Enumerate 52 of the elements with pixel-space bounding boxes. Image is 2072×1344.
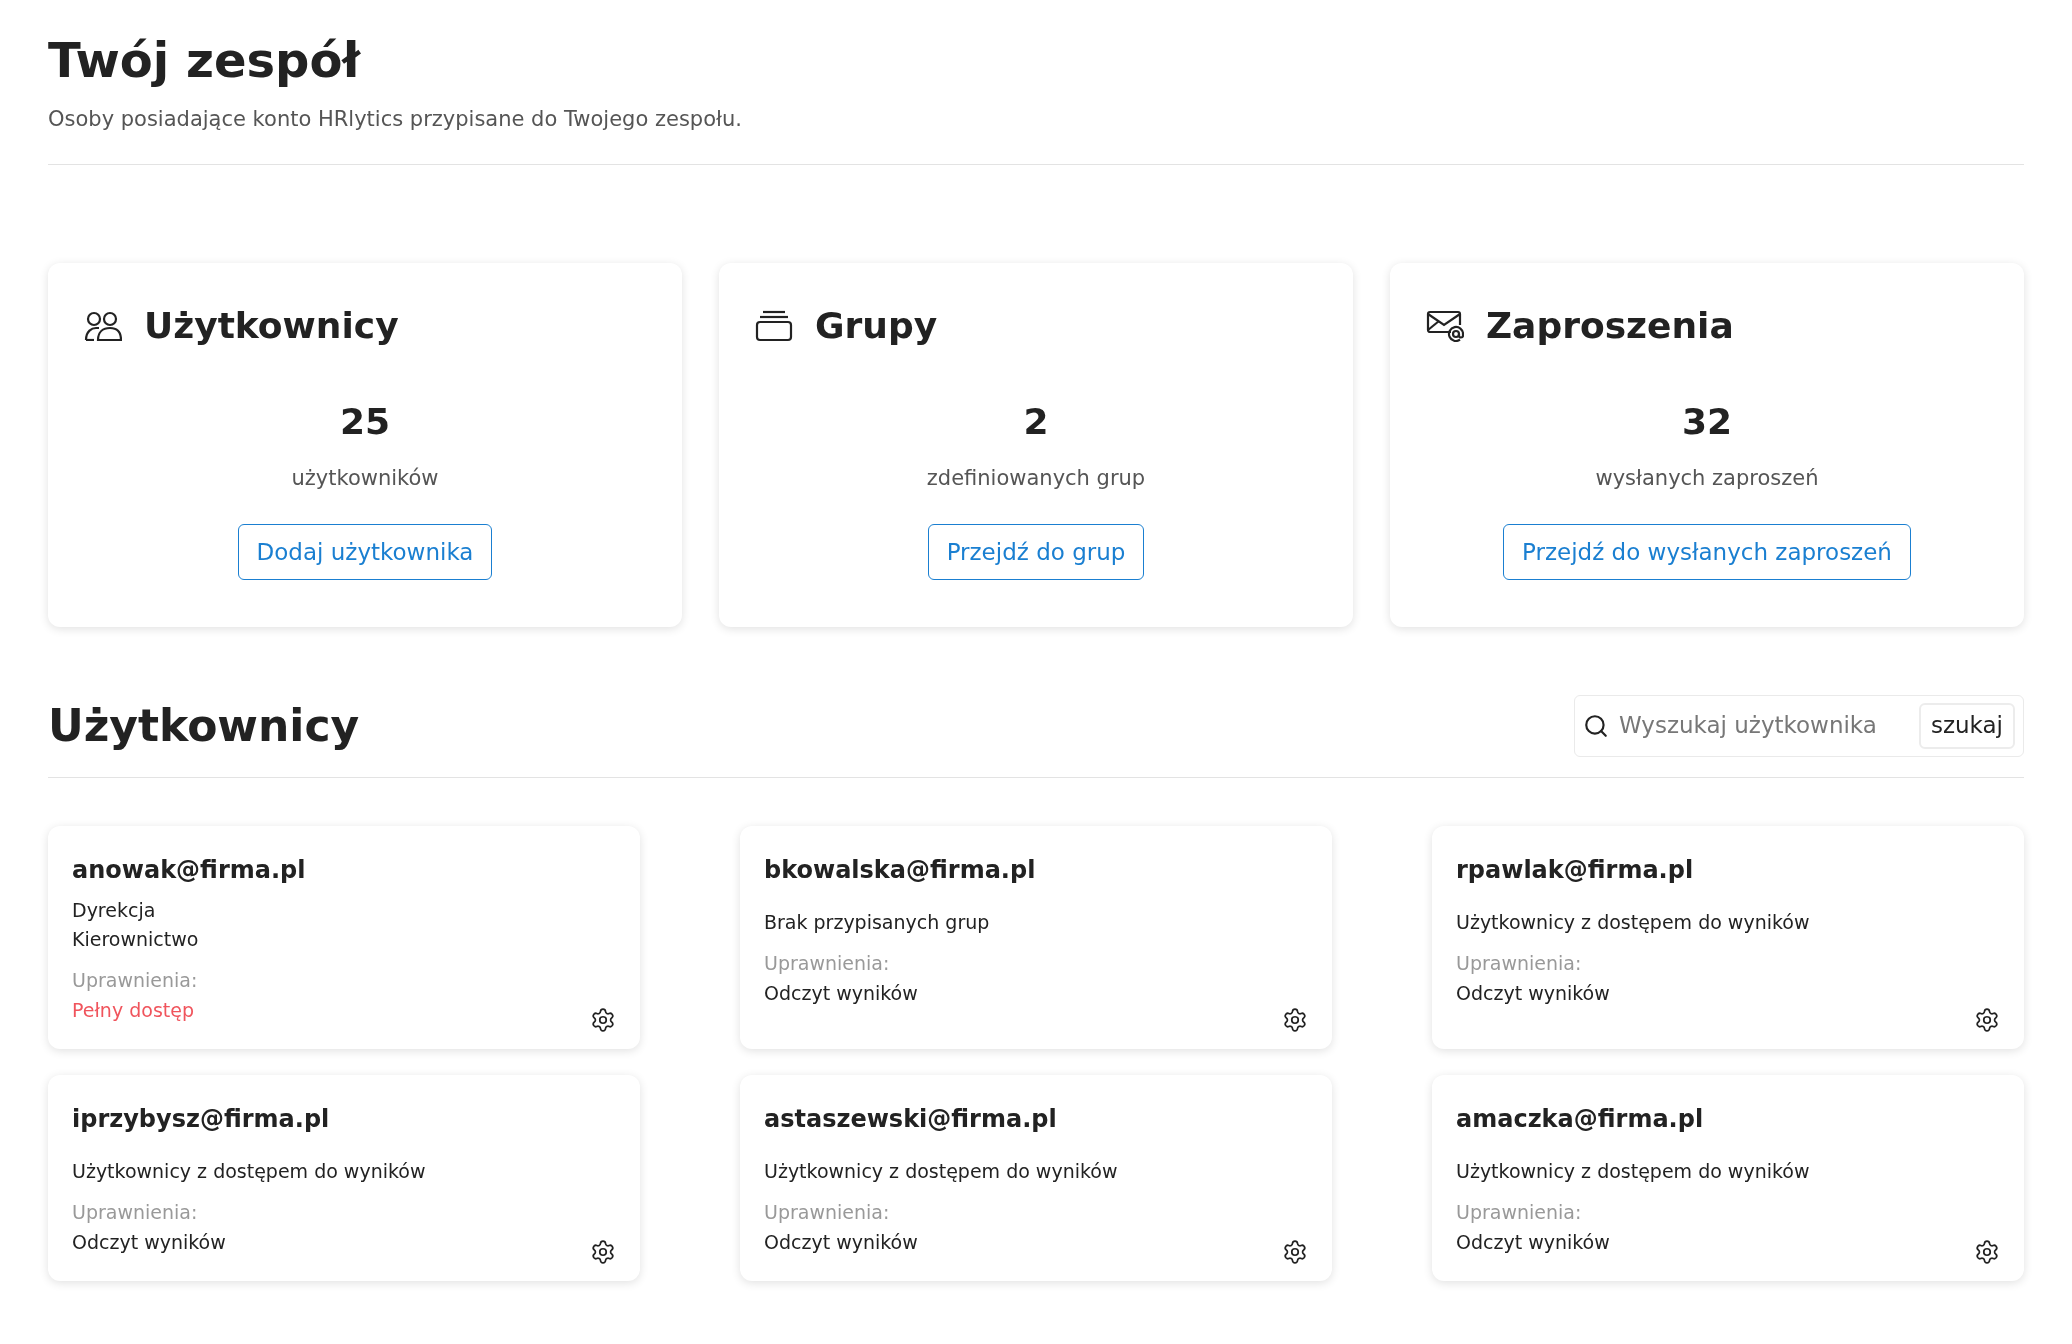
settings-icon[interactable] bbox=[590, 1238, 616, 1265]
user-email: iprzybysz@firma.pl bbox=[72, 1103, 331, 1135]
stat-count: 25 bbox=[339, 399, 391, 444]
group-name: Brak przypisanych grup bbox=[764, 909, 991, 935]
user-email: anowak@firma.pl bbox=[72, 854, 307, 886]
search-field[interactable]: Wyszukaj użytkownika szukaj bbox=[1573, 694, 2024, 757]
permissions-label: Uprawnienia: bbox=[764, 950, 891, 976]
user-email: rpawlak@firma.pl bbox=[1456, 854, 1695, 886]
stat-caption: wysłanych zaproszeń bbox=[1595, 464, 1819, 492]
permissions-label: Uprawnienia: bbox=[764, 1199, 891, 1225]
stack-icon bbox=[755, 309, 793, 342]
permission-value: Pełny dostęp bbox=[72, 998, 194, 1023]
stat-caption: użytkowników bbox=[291, 464, 439, 492]
card-action-button[interactable]: Dodaj użytkownika bbox=[237, 524, 493, 580]
permissions-label: Uprawnienia: bbox=[72, 1199, 199, 1225]
group-name: Użytkownicy z dostępem do wyników bbox=[1456, 1158, 1811, 1184]
stat-count: 32 bbox=[1681, 399, 1733, 444]
settings-icon[interactable] bbox=[590, 1006, 616, 1033]
users-icon bbox=[84, 310, 122, 341]
card-action-button[interactable]: Przejdź do grup bbox=[927, 524, 1145, 580]
group-name: Użytkownicy z dostępem do wyników bbox=[72, 1158, 427, 1184]
settings-icon[interactable] bbox=[1282, 1006, 1308, 1033]
settings-icon[interactable] bbox=[1974, 1006, 2000, 1033]
card-title: Zaproszenia bbox=[1486, 303, 1734, 348]
card-title: Grupy bbox=[815, 303, 938, 348]
user-email: amaczka@firma.pl bbox=[1456, 1103, 1705, 1135]
card-title: Użytkownicy bbox=[144, 303, 399, 348]
permission-value: Odczyt wyników bbox=[1456, 1230, 1610, 1255]
settings-icon[interactable] bbox=[1282, 1238, 1308, 1265]
section-title: Użytkownicy bbox=[48, 698, 360, 753]
permissions-label: Uprawnienia: bbox=[1456, 1199, 1583, 1225]
user-email: bkowalska@firma.pl bbox=[764, 854, 1037, 886]
mail-at-icon bbox=[1426, 309, 1464, 342]
settings-icon[interactable] bbox=[1974, 1238, 2000, 1265]
page-subtitle: Osoby posiadające konto HRlytics przypisane do Twojego zespołu. bbox=[48, 106, 743, 133]
stat-caption: zdefiniowanych grup bbox=[926, 464, 1146, 492]
group-name: Dyrekcja bbox=[72, 897, 157, 923]
permission-value: Odczyt wyników bbox=[764, 1230, 918, 1255]
permission-value: Odczyt wyników bbox=[1456, 981, 1610, 1006]
group-name: Kierownictwo bbox=[72, 926, 200, 952]
permissions-label: Uprawnienia: bbox=[1456, 950, 1583, 976]
card-action-button[interactable]: Przejdź do wysłanych zaproszeń bbox=[1503, 524, 1911, 580]
permissions-label: Uprawnienia: bbox=[72, 967, 199, 993]
page-title: Twój zespół bbox=[48, 31, 362, 90]
group-name: Użytkownicy z dostępem do wyników bbox=[764, 1158, 1119, 1184]
search-icon bbox=[1582, 712, 1609, 739]
search-button[interactable]: szukaj bbox=[1918, 702, 2015, 749]
user-email: astaszewski@firma.pl bbox=[764, 1103, 1058, 1135]
permission-value: Odczyt wyników bbox=[764, 981, 918, 1006]
group-name: Użytkownicy z dostępem do wyników bbox=[1456, 909, 1811, 935]
permission-value: Odczyt wyników bbox=[72, 1230, 226, 1255]
stat-count: 2 bbox=[1023, 399, 1049, 444]
